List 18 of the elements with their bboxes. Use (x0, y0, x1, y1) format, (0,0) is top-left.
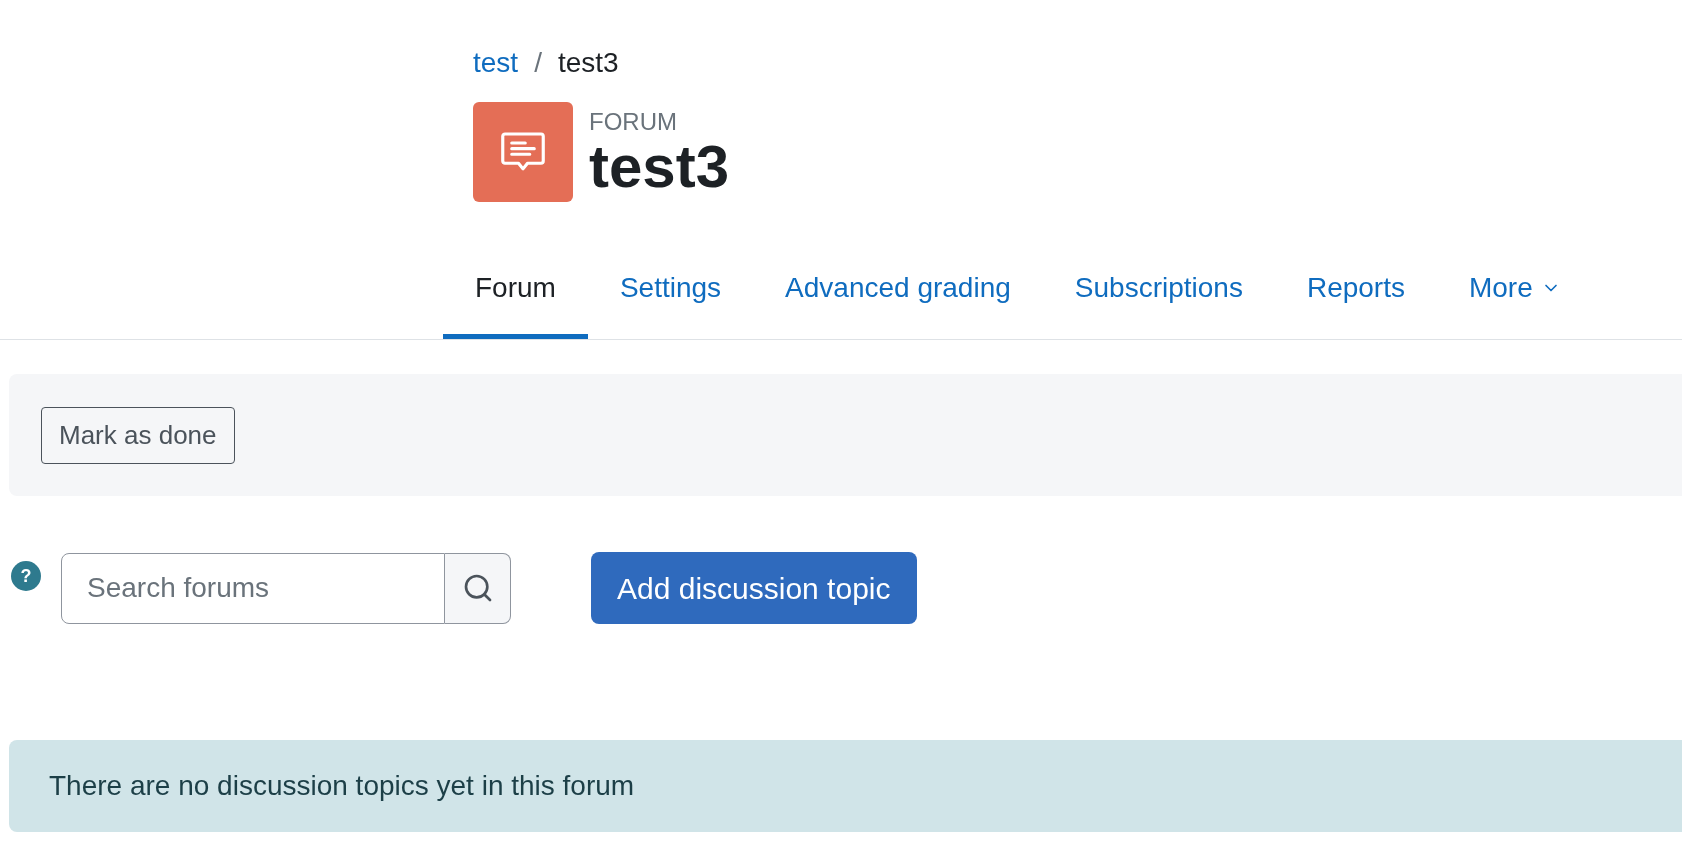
nav-tab[interactable]: Reports (1274, 242, 1437, 339)
page-title: test3 (589, 137, 730, 197)
help-icon[interactable]: ? (11, 561, 41, 591)
forum-icon (473, 102, 573, 202)
breadcrumb-link[interactable]: test (473, 42, 519, 84)
nav-tab[interactable]: Advanced grading (753, 242, 1043, 339)
info-alert: There are no discussion topics yet in this forum (9, 740, 1682, 832)
breadcrumb-separator: / (533, 46, 543, 80)
activity-type: FORUM (589, 107, 678, 137)
nav-tab[interactable]: Forum (443, 242, 588, 339)
mark-as-done-button[interactable]: Mark as done (41, 406, 235, 464)
nav-tab[interactable]: More (1436, 242, 1593, 339)
nav-tab[interactable]: Settings (587, 242, 754, 339)
search-button[interactable] (445, 552, 511, 624)
add-discussion-button[interactable]: Add discussion topic (591, 552, 917, 624)
nav-tab[interactable]: Subscriptions (1042, 242, 1275, 339)
breadcrumb-current: test3 (557, 46, 619, 80)
search-field[interactable]: Search forums (61, 552, 445, 624)
